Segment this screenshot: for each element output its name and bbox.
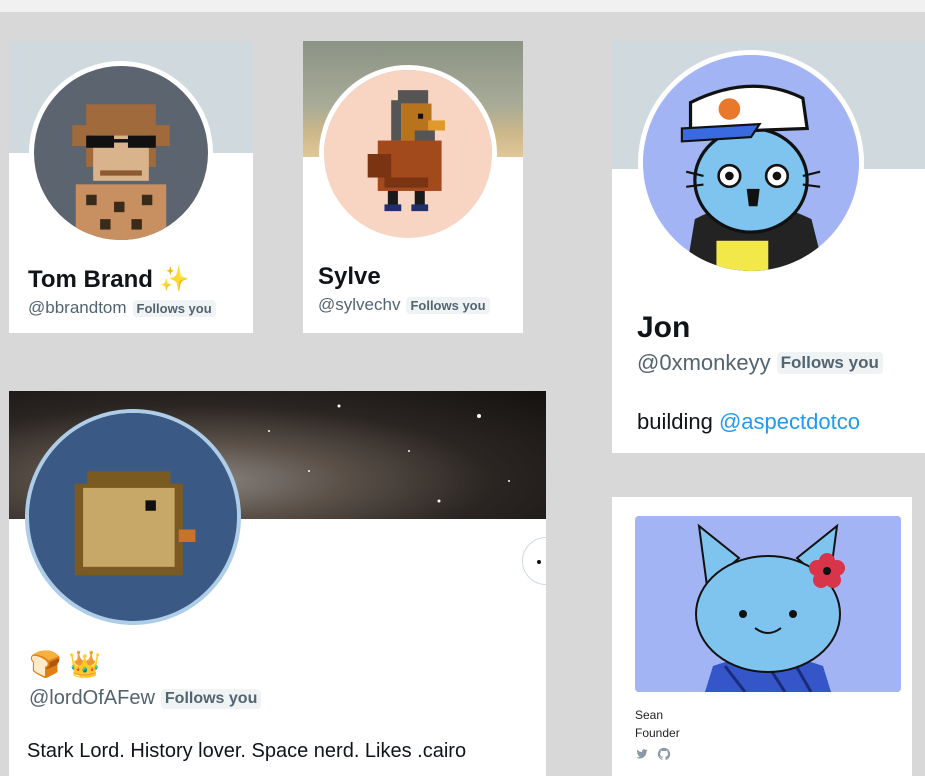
profile-card-lord[interactable]: 🍞 👑 @lordOfAFew Follows you Stark Lord. … xyxy=(9,391,546,776)
duck-avatar-image xyxy=(324,70,492,238)
social-links xyxy=(635,747,671,761)
twitter-icon[interactable] xyxy=(635,747,649,761)
member-name: Sean xyxy=(635,708,664,722)
bio-jon: building @aspectdotco xyxy=(637,409,860,435)
display-name-tom: Tom Brand ✨ xyxy=(28,265,189,294)
follows-you-badge: Follows you xyxy=(132,299,216,317)
profile-card-sylve[interactable]: Sylve @sylvechv Follows you xyxy=(303,41,523,333)
bio-mention-link[interactable]: @aspectdotco xyxy=(719,409,860,434)
top-strip xyxy=(0,0,925,12)
avatar-tom[interactable] xyxy=(29,61,213,245)
toast-avatar-image xyxy=(29,413,237,621)
display-name-jon: Jon xyxy=(637,311,690,345)
scroll-right-button[interactable] xyxy=(522,537,546,585)
sparkles-emoji: ✨ xyxy=(159,266,190,293)
team-card-sean[interactable]: Sean Founder xyxy=(612,497,912,776)
avatar-jon[interactable] xyxy=(638,50,864,276)
profile-card-tom[interactable]: Tom Brand ✨ @bbrandtom Follows you xyxy=(9,41,253,333)
dot-icon xyxy=(537,560,541,564)
handle-row-sylve: @sylvechv Follows you xyxy=(318,295,490,315)
display-name-sylve: Sylve xyxy=(318,263,381,291)
bio-lord: Stark Lord. History lover. Space nerd. L… xyxy=(27,740,467,762)
name-text: Tom Brand xyxy=(28,266,153,293)
handle-row-tom: @bbrandtom Follows you xyxy=(28,298,216,318)
cat-cap-avatar-image xyxy=(643,55,859,271)
profile-card-jon[interactable]: Jon @0xmonkeyy Follows you building @asp… xyxy=(612,41,925,453)
ape-avatar-image xyxy=(34,66,208,240)
display-name-lord: 🍞 👑 xyxy=(29,649,101,680)
handle-row-lord: @lordOfAFew Follows you xyxy=(29,687,262,710)
member-role: Founder xyxy=(635,726,680,740)
name-text: Jon xyxy=(637,311,691,344)
handle-lord[interactable]: @lordOfAFew xyxy=(29,687,155,710)
handle-sylve[interactable]: @sylvechv xyxy=(318,295,400,315)
avatar-sylve[interactable] xyxy=(319,65,497,243)
follows-you-badge: Follows you xyxy=(776,352,883,374)
avatar-sean xyxy=(635,516,901,692)
github-icon[interactable] xyxy=(657,747,671,761)
follows-you-badge: Follows you xyxy=(406,296,490,314)
avatar-lord[interactable] xyxy=(25,409,241,625)
bio-text: building xyxy=(637,409,719,434)
follows-you-badge: Follows you xyxy=(160,688,262,709)
cat-flower-avatar-image xyxy=(635,516,901,692)
handle-row-jon: @0xmonkeyy Follows you xyxy=(637,350,883,376)
bread-crown-emojis: 🍞 👑 xyxy=(29,649,101,679)
name-text: Sylve xyxy=(318,263,381,290)
handle-tom[interactable]: @bbrandtom xyxy=(28,298,127,318)
handle-jon[interactable]: @0xmonkeyy xyxy=(637,350,771,376)
